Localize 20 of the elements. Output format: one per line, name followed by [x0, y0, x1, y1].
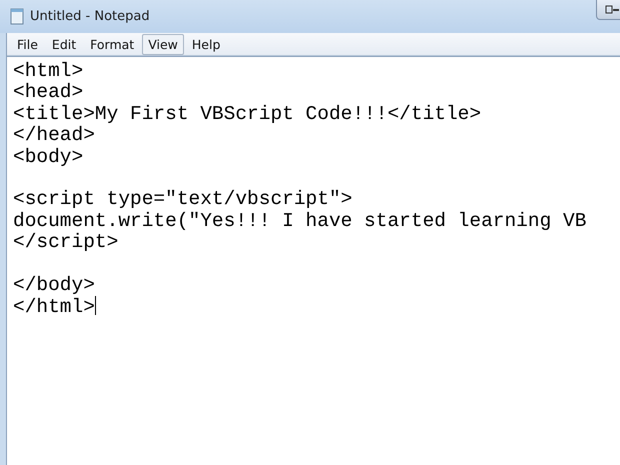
restore-icon — [605, 5, 619, 14]
menu-item[interactable]: Format — [84, 34, 140, 54]
code-line: </body> — [13, 275, 95, 296]
menu-item[interactable]: View — [142, 34, 184, 54]
menu-item[interactable]: File — [11, 34, 44, 54]
notepad-icon — [10, 8, 24, 25]
code-line: </head> — [13, 125, 95, 147]
code-line: <body> — [13, 146, 84, 168]
window-title: Untitled - Notepad — [30, 9, 150, 24]
code-line: <script type="text/vbscript"> — [13, 189, 352, 211]
menu-item[interactable]: Help — [186, 34, 226, 54]
window-button[interactable] — [596, 0, 620, 20]
menu-item[interactable]: Edit — [46, 34, 82, 54]
text-editor[interactable]: <html> <head> <title>My First VBScript Code!!!</title> </head> <body> <script type="text/vbscript"> document.write("Yes!!! I have started learning VB </script> </body> </html> — [7, 56, 620, 465]
code-line: document.write("Yes!!! I have started learning VB — [13, 210, 586, 232]
code-line: </html> — [13, 296, 96, 319]
code-line: </script> — [13, 232, 118, 254]
code-line: <head> — [13, 82, 84, 104]
code-line: <html> — [13, 61, 84, 82]
code-line: <title>My First VBScript Code!!!</title> — [13, 104, 482, 126]
